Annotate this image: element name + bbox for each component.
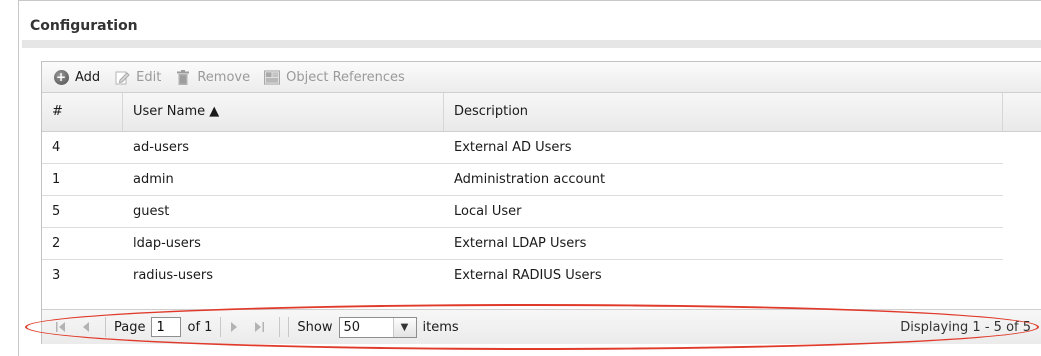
- cell-description: External AD Users: [454, 140, 572, 155]
- cell-number: 3: [52, 268, 61, 283]
- pager-separator: [105, 317, 106, 337]
- pagination-bar: Page of 1 Show 50 ▼ items Displaying 1 -…: [42, 309, 1041, 344]
- page-label: Page: [114, 319, 146, 335]
- object-references-label: Object References: [286, 69, 405, 85]
- table-header: # User Name ▲ Description: [42, 93, 1041, 132]
- cell-description: External LDAP Users: [454, 236, 587, 251]
- table-row[interactable]: 2 ldap-users External LDAP Users: [42, 228, 1003, 260]
- pager-separator: [288, 317, 290, 337]
- section-title: Configuration: [30, 18, 138, 34]
- cell-user-name: guest: [133, 204, 170, 219]
- table-row[interactable]: 3 radius-users External RADIUS Users: [42, 260, 1003, 287]
- trash-icon: [175, 69, 191, 85]
- table-row[interactable]: 4 ad-users External AD Users: [42, 132, 1003, 164]
- add-button[interactable]: + Add: [53, 69, 100, 85]
- page-count-label: of 1: [187, 319, 213, 335]
- show-label: Show: [297, 319, 333, 335]
- cell-user-name: radius-users: [133, 268, 214, 283]
- pager-separator: [279, 317, 281, 337]
- first-page-icon[interactable]: [55, 321, 67, 333]
- cell-user-name: admin: [133, 172, 174, 187]
- cell-number: 5: [52, 204, 61, 219]
- col-header-description[interactable]: Description: [444, 93, 1003, 131]
- items-per-page-select[interactable]: 50 ▼: [338, 316, 417, 338]
- col-header-user-name[interactable]: User Name ▲: [123, 93, 444, 131]
- table-body: 4 ad-users External AD Users 1 admin Adm…: [42, 132, 1003, 287]
- items-per-page-value: 50: [343, 319, 361, 335]
- cell-description: External RADIUS Users: [454, 268, 602, 283]
- last-page-icon[interactable]: [253, 321, 265, 333]
- pager-separator: [220, 317, 222, 337]
- table-row[interactable]: 1 admin Administration account: [42, 164, 1003, 196]
- remove-label: Remove: [197, 69, 251, 85]
- col-header-number[interactable]: #: [42, 93, 123, 131]
- object-references-button[interactable]: Object References: [264, 69, 405, 85]
- cell-user-name: ad-users: [133, 140, 190, 155]
- cell-number: 4: [52, 140, 61, 155]
- remove-button[interactable]: Remove: [175, 69, 250, 85]
- cell-number: 2: [52, 236, 61, 251]
- add-icon: +: [53, 69, 69, 85]
- cell-user-name: ldap-users: [133, 236, 201, 251]
- cell-description: Local User: [454, 204, 522, 219]
- cell-description: Administration account: [454, 172, 606, 187]
- edit-button[interactable]: Edit: [114, 69, 161, 85]
- title-divider: [22, 40, 1041, 48]
- cell-number: 1: [52, 172, 61, 187]
- edit-icon: [114, 69, 130, 85]
- add-label: Add: [75, 69, 101, 85]
- users-grid-panel: + Add Edit Remove Object References # Us…: [41, 61, 1041, 344]
- edit-label: Edit: [136, 69, 162, 85]
- next-page-icon[interactable]: [229, 321, 239, 333]
- items-label: items: [422, 319, 459, 335]
- table-row[interactable]: 5 guest Local User: [42, 196, 1003, 228]
- previous-page-icon[interactable]: [81, 321, 91, 333]
- toolbar: + Add Edit Remove Object References: [42, 62, 1041, 93]
- page-number-input[interactable]: [151, 317, 182, 337]
- displaying-count: Displaying 1 - 5 of 5: [900, 320, 1031, 335]
- object-references-icon: [264, 69, 281, 85]
- chevron-down-icon[interactable]: ▼: [392, 317, 416, 337]
